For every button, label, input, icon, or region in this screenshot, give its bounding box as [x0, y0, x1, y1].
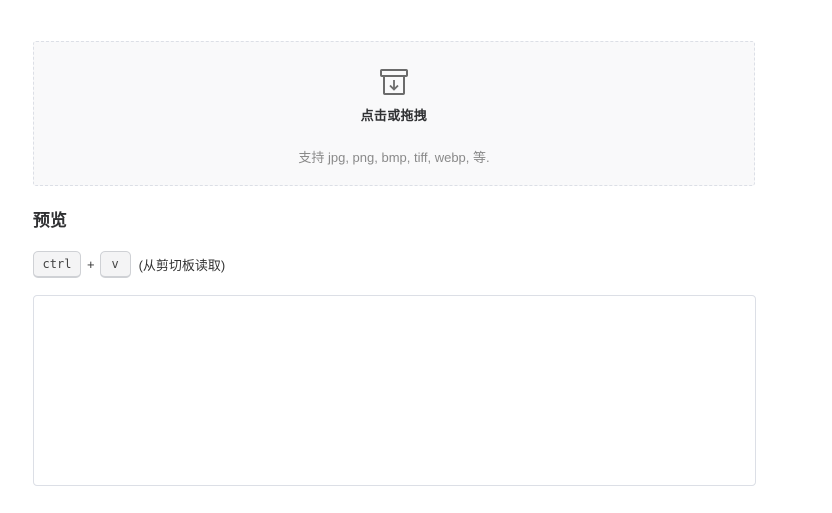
plus-sign: +	[87, 256, 95, 272]
page: 点击或拖拽 支持 jpg, png, bmp, tiff, webp, 等. 预…	[0, 0, 832, 513]
ctrl-key: ctrl	[33, 250, 81, 278]
preview-heading: 预览	[33, 211, 67, 230]
clipboard-note: (从剪切板读取)	[138, 257, 226, 273]
upload-title: 点击或拖拽	[360, 108, 428, 123]
paste-shortcut: ctrl + v (从剪切板读取)	[33, 249, 225, 279]
upload-dropzone[interactable]: 点击或拖拽 支持 jpg, png, bmp, tiff, webp, 等.	[33, 41, 755, 186]
preview-area[interactable]	[33, 295, 756, 486]
upload-hint: 支持 jpg, png, bmp, tiff, webp, 等.	[298, 150, 490, 165]
v-key: v	[99, 250, 131, 278]
download-box-icon	[380, 69, 408, 95]
